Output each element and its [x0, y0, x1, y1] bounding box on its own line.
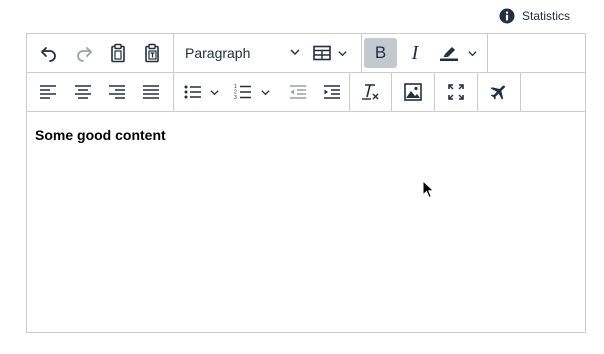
image-icon — [404, 83, 422, 101]
block-format-value: Paragraph — [185, 45, 251, 61]
toolbar-divider — [520, 73, 521, 111]
toolbar-divider — [361, 34, 362, 72]
toolbar-row-1: Paragraph B I — [27, 34, 585, 73]
highlight-color-button[interactable] — [433, 38, 485, 68]
align-justify-icon — [142, 84, 160, 100]
custom-plugin-button[interactable] — [482, 77, 516, 107]
rich-text-editor: Paragraph B I 1 2 3 Some good content — [26, 33, 586, 333]
bold-button[interactable]: B — [364, 38, 397, 68]
align-left-button[interactable] — [31, 77, 65, 107]
highlight-color-icon — [439, 44, 459, 62]
info-circle-icon — [499, 8, 515, 24]
clear-formatting-icon — [361, 83, 379, 101]
toolbar-divider — [173, 73, 174, 111]
align-center-icon — [74, 84, 92, 100]
chevron-down-icon — [467, 48, 478, 59]
paste-as-text-icon — [142, 43, 162, 63]
clear-formatting-button[interactable] — [353, 77, 387, 107]
svg-text:3: 3 — [234, 95, 237, 101]
fullscreen-icon — [447, 83, 465, 101]
statistics-link[interactable]: Statistics — [499, 8, 570, 24]
toolbar-divider — [434, 73, 435, 111]
align-right-icon — [108, 84, 126, 100]
undo-button[interactable] — [32, 38, 66, 68]
indent-button[interactable] — [315, 77, 349, 107]
outdent-icon — [289, 84, 307, 100]
toolbar-divider — [349, 73, 350, 111]
bold-label: B — [374, 43, 387, 62]
italic-label: I — [411, 41, 419, 64]
paste-button[interactable] — [101, 38, 135, 68]
chevron-down-icon — [289, 45, 301, 61]
toolbar-divider — [391, 73, 392, 111]
redo-icon — [74, 43, 94, 63]
block-format-select[interactable]: Paragraph — [175, 38, 305, 68]
numbered-list-button[interactable]: 123 — [231, 77, 279, 107]
undo-icon — [39, 43, 59, 63]
content-paragraph: Some good content — [35, 127, 166, 143]
chevron-down-icon — [209, 87, 220, 98]
toolbar-divider — [477, 73, 478, 111]
toolbar-divider — [487, 34, 488, 72]
editor-content-area[interactable]: Some good content — [27, 113, 585, 332]
table-menu-button[interactable] — [310, 38, 352, 68]
bullet-list-icon — [184, 84, 202, 100]
redo-button[interactable] — [67, 38, 101, 68]
mouse-pointer-icon — [422, 179, 436, 205]
indent-icon — [323, 84, 341, 100]
align-right-button[interactable] — [100, 77, 134, 107]
toolbar-divider — [173, 34, 174, 72]
chevron-down-icon — [260, 87, 271, 98]
airplane-icon — [489, 82, 509, 102]
paste-icon — [108, 43, 128, 63]
italic-button[interactable]: I — [398, 38, 432, 68]
align-justify-button[interactable] — [134, 77, 168, 107]
table-icon — [313, 45, 331, 61]
chevron-down-icon — [337, 48, 348, 59]
align-left-icon — [39, 84, 57, 100]
insert-image-button[interactable] — [396, 77, 430, 107]
fullscreen-button[interactable] — [439, 77, 473, 107]
paste-as-text-button[interactable] — [135, 38, 169, 68]
outdent-button[interactable] — [281, 77, 315, 107]
toolbar-row-2: 123 — [27, 73, 585, 112]
statistics-label: Statistics — [522, 9, 571, 23]
align-center-button[interactable] — [66, 77, 100, 107]
numbered-list-icon: 123 — [234, 83, 252, 101]
bullet-list-button[interactable] — [181, 77, 227, 107]
